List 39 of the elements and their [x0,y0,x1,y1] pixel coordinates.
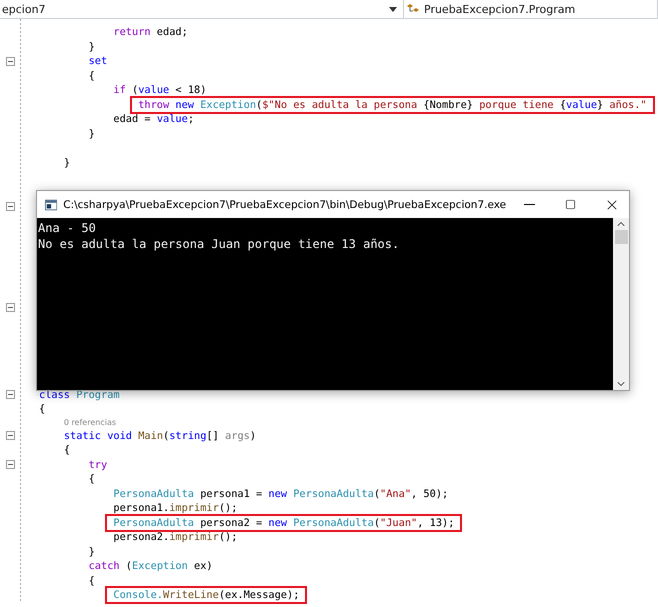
code-line: static void Main(string[] args) [62,428,258,444]
code-line: } [88,40,96,55]
collapse-icon[interactable] [6,431,15,440]
minimize-icon [524,204,536,205]
code-line: { [38,402,46,418]
code-line: edad = value; [112,112,196,128]
file-dropdown[interactable]: epcion7 [2,2,385,16]
code-line: persona1.imprimir(); [112,501,238,516]
code-line: return edad; [112,25,189,40]
collapse-icon[interactable] [6,460,15,470]
scrollbar[interactable] [613,218,629,390]
code-line: } [88,544,96,560]
code-line: persona2.imprimir(); [112,530,238,546]
code-line: PersonaAdulta persona1 = new PersonaAdulta("Ana", 50); [112,486,450,502]
console-output-line: Ana - 50 [38,220,97,236]
collapse-icon[interactable] [6,56,15,66]
collapse-icon[interactable] [6,303,15,312]
class-dropdown[interactable]: PruebaExcepcion7.Program [424,2,657,16]
reference-count[interactable]: 0 referencias [64,418,116,427]
collapse-icon[interactable] [6,202,15,211]
console-output-line: No es adulta la persona Juan porque tiene 13 años. [38,236,400,252]
console-app-icon [45,198,58,210]
code-line: { [88,472,96,488]
code-line: { [88,68,96,84]
code-line: } [62,156,72,171]
code-line: try [88,458,108,473]
code-line: { [88,574,96,589]
code-line: { [62,443,72,458]
code-line: class Program [38,388,121,403]
class-icon [406,3,420,15]
code-line: } [88,126,96,142]
collapse-icon[interactable] [6,390,15,400]
window-title: C:\csharpya\PruebaExcepcion7\PruebaExcepcion7\bin\Debug\PruebaExcepcion7.exe [63,198,506,210]
code-line: if (value < 18) [112,83,208,98]
code-line: set [88,54,108,70]
scrollbar-thumb[interactable] [614,230,628,244]
caret-icon [389,6,397,12]
code-line: catch (Exception ex) [88,559,214,574]
maximize-icon [565,199,576,210]
